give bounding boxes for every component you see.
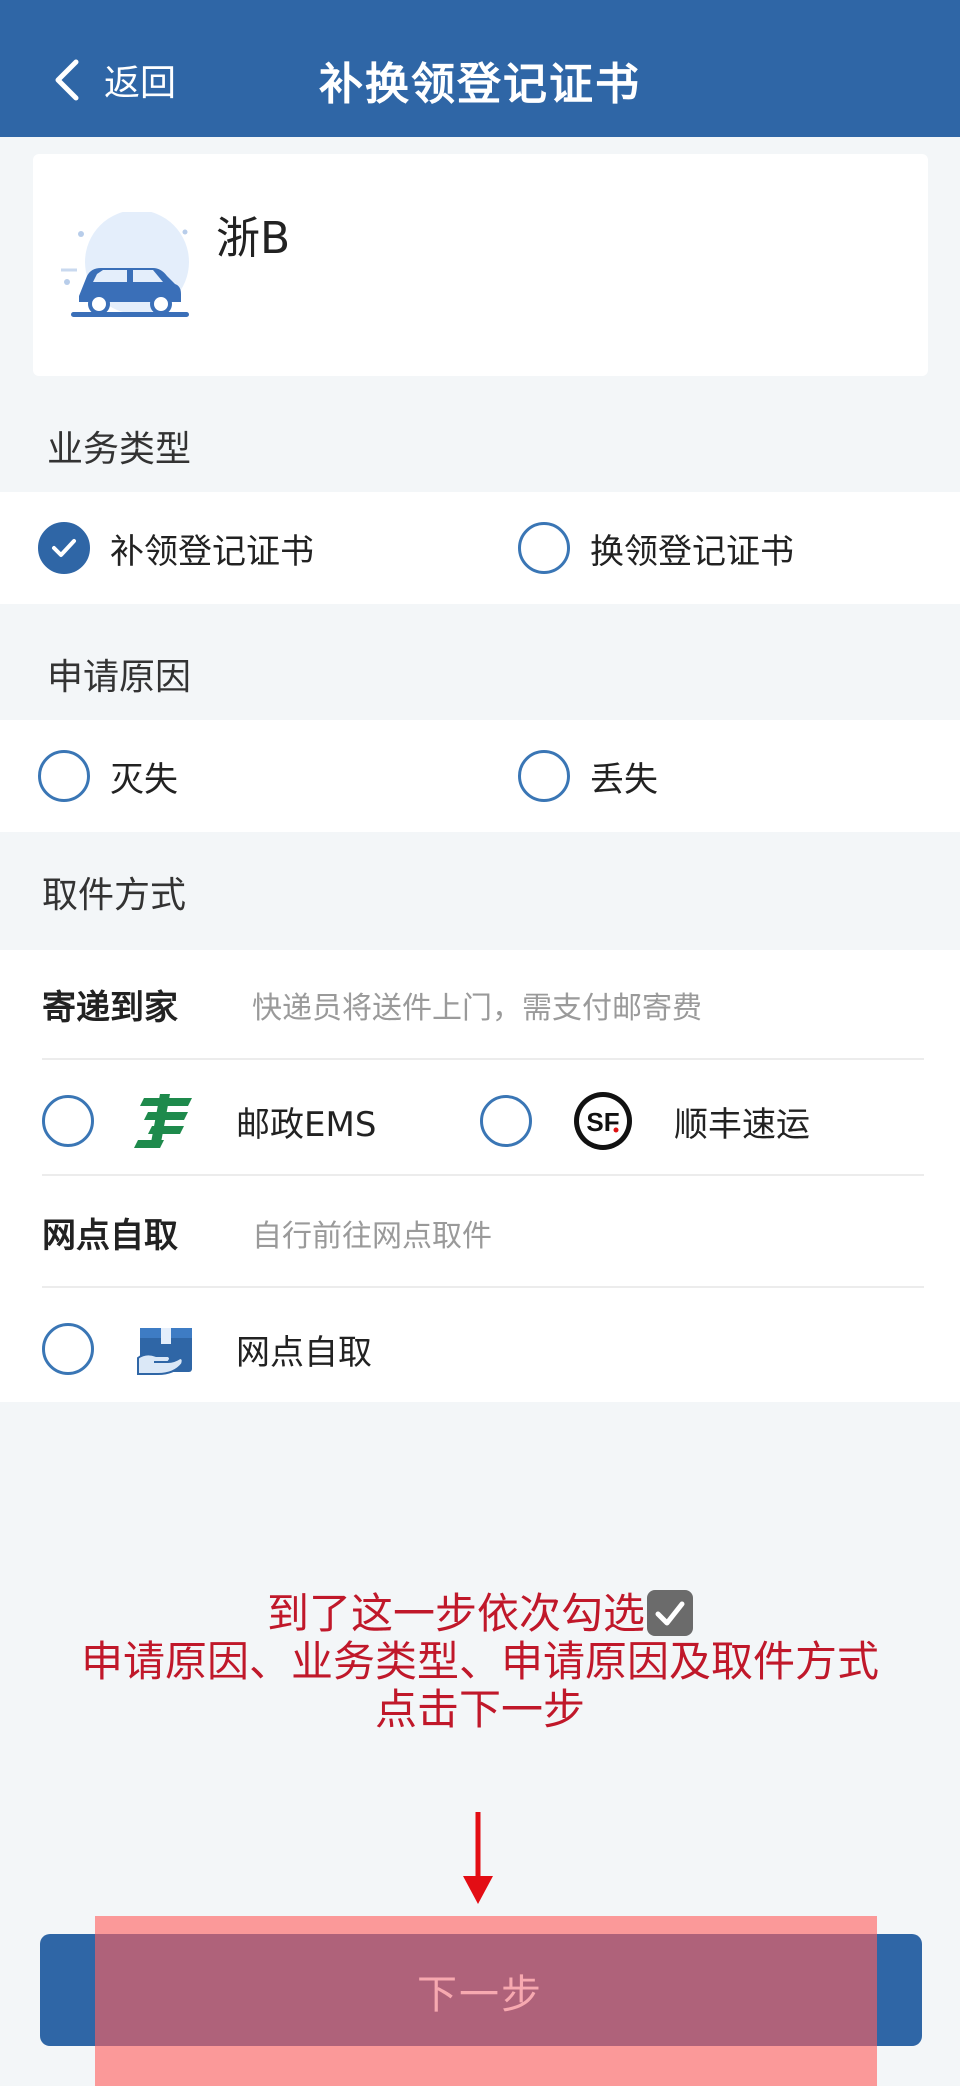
- divider: [42, 1058, 924, 1060]
- option-reissue-certificate[interactable]: 补领登记证书: [38, 522, 314, 574]
- option-destroyed[interactable]: 灭失: [38, 750, 178, 802]
- divider: [42, 1174, 924, 1176]
- option-label: 邮政EMS: [236, 1104, 377, 1145]
- page-title: 补换领登记证书: [319, 59, 641, 110]
- next-button-label: 下一步: [417, 1972, 543, 2018]
- annotation-line: 申请原因、业务类型、申请原因及取件方式: [80, 1637, 879, 1686]
- option-sf-express[interactable]: SF 顺丰速运: [480, 1090, 810, 1152]
- radio-checked[interactable]: [38, 522, 90, 574]
- vehicle-card: 浙B: [33, 154, 928, 376]
- option-label: 灭失: [110, 759, 178, 800]
- checkmark-icon: [52, 539, 76, 557]
- reason-label: 申请原因: [47, 657, 192, 698]
- option-label: 丢失: [590, 759, 658, 800]
- annotation-line: 到了这一步依次勾选: [0, 1590, 960, 1638]
- sf-express-icon: SF: [572, 1090, 634, 1152]
- self-pickup-subhead: 网点自取 自行前往网点取件: [42, 1208, 492, 1257]
- instruction-annotation: 到了这一步依次勾选 申请原因、业务类型、申请原因及取件方式 点击下一步: [0, 1590, 960, 1734]
- radio-unchecked[interactable]: [518, 750, 570, 802]
- business-type-options: 补领登记证书 换领登记证书: [0, 492, 960, 604]
- delivery-title: 寄递到家: [42, 988, 178, 1028]
- annotation-line: 点击下一步: [374, 1685, 585, 1734]
- radio-unchecked[interactable]: [42, 1323, 94, 1375]
- self-pickup-title: 网点自取: [42, 1216, 178, 1256]
- option-lost[interactable]: 丢失: [518, 750, 658, 802]
- option-label: 换领登记证书: [590, 531, 794, 572]
- delivery-description: 快递员将送件上门，需支付邮寄费: [252, 990, 702, 1026]
- option-label: 补领登记证书: [110, 531, 314, 572]
- delivery-subhead: 寄递到家 快递员将送件上门，需支付邮寄费: [42, 980, 702, 1029]
- option-self-pickup[interactable]: 网点自取: [42, 1318, 372, 1380]
- header-bar: 返回 补换领登记证书: [0, 0, 960, 137]
- radio-unchecked[interactable]: [42, 1095, 94, 1147]
- option-label: 网点自取: [236, 1332, 372, 1373]
- pickup-box-icon: [134, 1318, 196, 1380]
- reason-options: 灭失 丢失: [0, 720, 960, 832]
- svg-text:SF: SF: [586, 1107, 619, 1137]
- self-pickup-description: 自行前往网点取件: [252, 1218, 492, 1254]
- china-post-icon: [134, 1090, 196, 1152]
- radio-unchecked[interactable]: [480, 1095, 532, 1147]
- option-ems[interactable]: 邮政EMS: [42, 1090, 376, 1152]
- arrow-down-icon: [463, 1812, 493, 1904]
- divider: [42, 1286, 924, 1288]
- car-icon: [61, 212, 189, 317]
- radio-unchecked[interactable]: [38, 750, 90, 802]
- plate-number: 浙B: [216, 213, 291, 264]
- pickup-options: 寄递到家 快递员将送件上门，需支付邮寄费 邮政EMS SF 顺丰速运 网点自取 …: [0, 950, 960, 1402]
- business-type-label: 业务类型: [47, 429, 192, 470]
- option-label: 顺丰速运: [674, 1104, 810, 1145]
- radio-unchecked[interactable]: [518, 522, 570, 574]
- checkbox-icon: [647, 1590, 693, 1636]
- option-renew-certificate[interactable]: 换领登记证书: [518, 522, 794, 574]
- pickup-label: 取件方式: [42, 875, 187, 916]
